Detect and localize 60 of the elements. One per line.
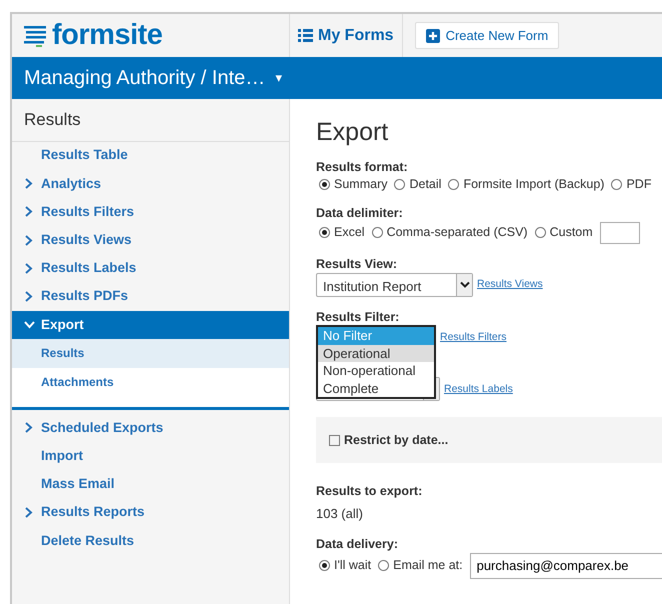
- sidebar-item[interactable]: Mass Email: [12, 470, 289, 498]
- field-label: Data delimiter:: [316, 204, 404, 222]
- chevron-right-icon: [24, 234, 33, 246]
- results-filters-link[interactable]: Results Filters: [440, 330, 507, 346]
- chevron-right-icon: [24, 291, 33, 302]
- sidebar-item[interactable]: Analytics: [12, 170, 289, 198]
- radio-option[interactable]: Detail: [391, 176, 442, 193]
- sidebar-item[interactable]: Results Table: [12, 142, 289, 170]
- logo-text: formsite: [52, 21, 162, 50]
- dropdown-option[interactable]: Non-operational: [318, 362, 434, 380]
- logo-icon: [24, 24, 48, 46]
- caret-icon[interactable]: ▾: [275, 68, 282, 88]
- results-count: 103 (all): [316, 505, 364, 524]
- sidebar-item[interactable]: Results PDFs: [12, 282, 289, 311]
- results-view-select[interactable]: Institution Report: [316, 272, 473, 296]
- create-form-button[interactable]: Create New Form: [414, 22, 560, 49]
- email-field[interactable]: purchasing@comparex.be: [470, 552, 662, 579]
- dropdown-option[interactable]: No Filter: [318, 327, 434, 345]
- radio-option[interactable]: Summary: [316, 176, 388, 193]
- sidebar-item[interactable]: Results Reports: [12, 498, 289, 527]
- sidebar-item[interactable]: Delete Results: [12, 526, 289, 555]
- radio-option[interactable]: Email me at:: [375, 557, 463, 574]
- chevron-right-icon: [24, 178, 33, 190]
- plus-icon: [426, 28, 440, 42]
- field-label: Results to export:: [316, 483, 424, 500]
- radio-option[interactable]: Formsite Import (Backup): [445, 176, 604, 193]
- sidebar-item[interactable]: Results Labels: [12, 254, 289, 282]
- sidebar-item[interactable]: Results Filters: [12, 198, 289, 226]
- field-label: Data delivery:: [316, 536, 399, 553]
- field-label: Results Filter:: [316, 308, 400, 326]
- chevron-right-icon: [24, 422, 33, 434]
- custom-delimiter-field[interactable]: [600, 222, 640, 244]
- sidebar-item[interactable]: Import: [12, 442, 289, 470]
- radio-option[interactable]: Comma-separated (CSV): [368, 224, 528, 242]
- field-label: Results View:: [316, 256, 398, 272]
- chevron-down-icon: [24, 320, 35, 330]
- checkbox[interactable]: [329, 434, 340, 446]
- sidebar-title: Results: [12, 99, 289, 142]
- radio-option[interactable]: Custom: [532, 224, 593, 242]
- list-icon: [298, 29, 313, 42]
- chevron-right-icon: [24, 262, 33, 274]
- page-title: Export: [316, 117, 390, 147]
- sidebar-item[interactable]: Results Views: [12, 226, 289, 254]
- filter-dropdown-list[interactable]: No Filter Operational Non-operational Complete: [316, 325, 436, 400]
- dropdown-option[interactable]: Complete: [318, 380, 434, 398]
- results-labels-link[interactable]: Results Labels: [444, 382, 513, 398]
- chevron-right-icon: [24, 206, 33, 218]
- sidebar-item[interactable]: Scheduled Exports: [12, 414, 289, 442]
- sidebar-item[interactable]: Export: [12, 310, 289, 339]
- dropdown-option[interactable]: Operational: [318, 344, 434, 362]
- sidebar-subitem[interactable]: Results: [12, 338, 289, 368]
- chevron-right-icon: [24, 506, 33, 518]
- chevron-down-icon: [460, 280, 470, 288]
- field-label: Results format:: [316, 159, 409, 176]
- radio-option[interactable]: Excel: [316, 224, 365, 242]
- radio-option[interactable]: I'll wait: [316, 557, 372, 574]
- form-title[interactable]: Managing Authority / Inte…: [24, 63, 266, 93]
- results-views-link[interactable]: Results Views: [477, 276, 543, 292]
- checkbox-label[interactable]: Restrict by date...: [344, 432, 448, 449]
- radio-option[interactable]: PDF: [608, 176, 652, 193]
